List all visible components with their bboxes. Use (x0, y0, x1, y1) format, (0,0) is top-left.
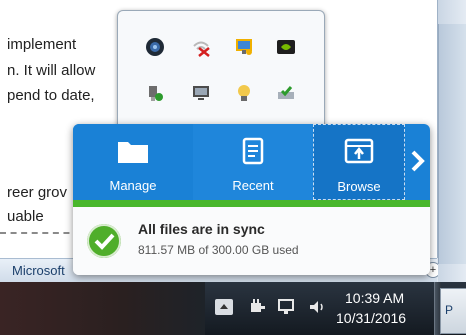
document-text-line: n. It will allow (7, 62, 96, 79)
browse-window-icon (344, 138, 374, 164)
sync-toolbar: Manage Recent Browse (73, 124, 430, 200)
recent-button[interactable]: Recent (193, 124, 313, 200)
network-icon[interactable] (276, 297, 296, 317)
nvidia-icon[interactable] (276, 37, 296, 57)
browse-label: Browse (337, 179, 381, 194)
usb-device-icon[interactable] (145, 83, 165, 103)
background-window-tab (438, 24, 466, 264)
sync-status-title: All files are in sync (138, 221, 265, 237)
document-text-line: uable (7, 208, 44, 225)
manage-label: Manage (109, 178, 157, 193)
document-text-line: implement (7, 36, 77, 53)
show-hidden-icons[interactable] (214, 297, 234, 317)
window-peek-thumbnail[interactable]: P (440, 288, 466, 334)
document-text-line: pend to date, (7, 87, 95, 104)
network-monitor-icon[interactable] (234, 37, 254, 57)
status-bar-text: Microsoft (12, 263, 65, 278)
manage-button[interactable]: Manage (73, 124, 193, 200)
document-text-line: reer grov (7, 184, 68, 201)
chevron-right-icon[interactable] (406, 148, 428, 174)
clock-date[interactable]: 10/31/2016 (336, 310, 406, 326)
drive-check-icon[interactable] (276, 83, 296, 103)
background-window-edge (438, 0, 466, 290)
storage-usage-text: 811.57 MB of 300.00 GB used (138, 243, 299, 257)
check-circle-icon (87, 224, 121, 258)
document-icon (242, 137, 264, 165)
speaker-icon[interactable] (307, 297, 327, 317)
folder-icon (118, 142, 148, 163)
peek-thumbnail-label: P (445, 303, 454, 317)
display-icon[interactable] (191, 83, 211, 103)
webcam-icon[interactable] (145, 37, 165, 57)
browse-button[interactable]: Browse (313, 124, 405, 200)
sync-status-area: All files are in sync 811.57 MB of 300.0… (73, 207, 430, 275)
document-divider (0, 232, 80, 234)
taskbar: 10:39 AM 10/31/2016 P (0, 282, 466, 335)
wifi-disconnected-icon[interactable] (191, 37, 211, 57)
bulb-icon[interactable] (234, 83, 254, 103)
sync-status-panel: Manage Recent Browse All files are in sy… (73, 124, 430, 275)
recent-label: Recent (232, 178, 274, 193)
clock-time[interactable]: 10:39 AM (345, 290, 404, 306)
sync-progress-bar (73, 200, 430, 207)
taskbar-app-area (0, 282, 205, 335)
power-plug-icon[interactable] (247, 297, 267, 317)
